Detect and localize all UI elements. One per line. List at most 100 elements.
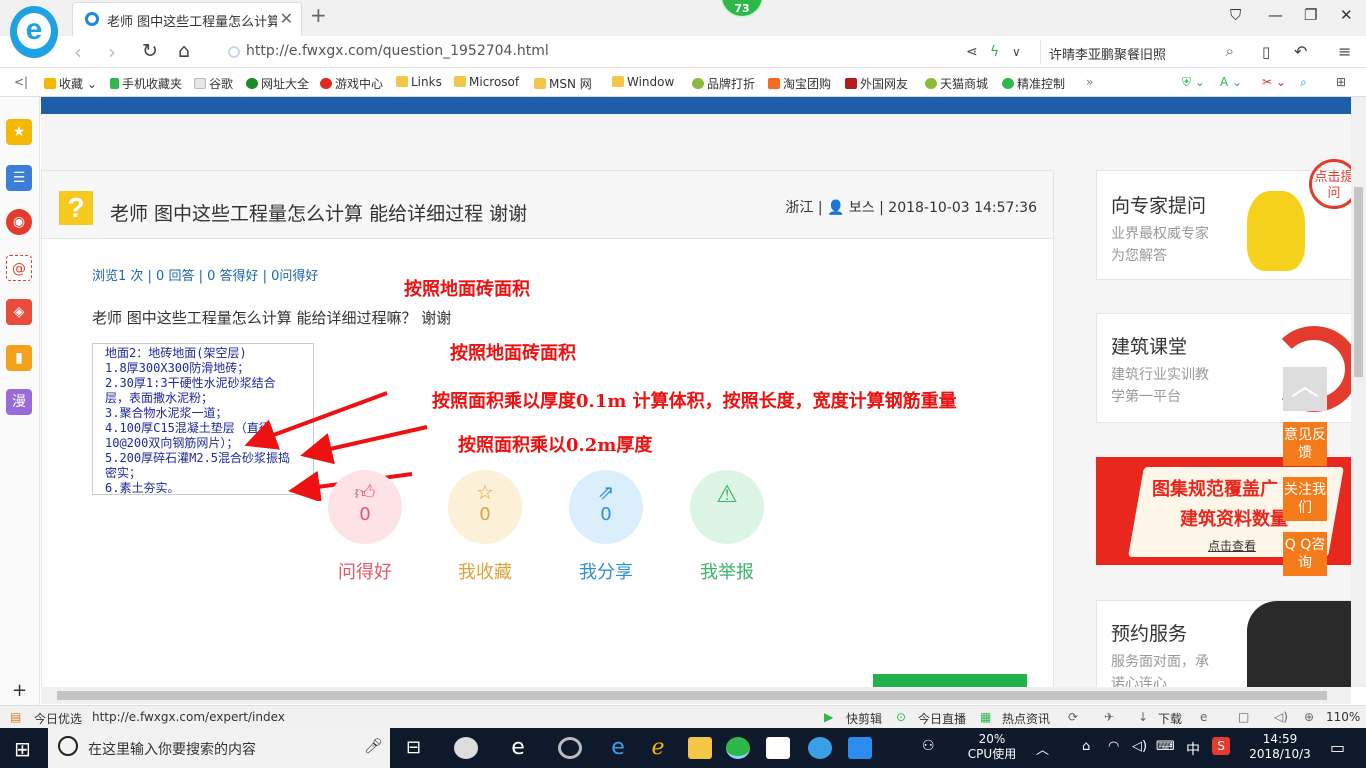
more-bookmarks-icon[interactable]: » — [1086, 75, 1093, 89]
bookmark-brand[interactable]: 品牌打折 — [692, 75, 755, 92]
banner-cta[interactable]: 点击查看 — [1208, 537, 1256, 554]
ie-edge-icon[interactable]: e — [506, 737, 530, 759]
booking-box[interactable]: 预约服务 服务面对面，承 诺心连心 — [1096, 600, 1351, 687]
ime-indicator[interactable]: 中 — [1186, 739, 1200, 759]
apps-grid-icon[interactable]: ⊞ — [1336, 75, 1346, 89]
bookmark-windows[interactable]: Window — [612, 75, 674, 89]
keyboard-icon[interactable]: ⌨ — [1156, 739, 1175, 754]
book-icon[interactable]: ▮ — [6, 345, 32, 371]
close-window-button[interactable]: ✕ — [1340, 6, 1353, 24]
vertical-scroll-thumb[interactable] — [1354, 187, 1363, 377]
horizontal-scrollbar[interactable] — [41, 687, 1351, 704]
file-explorer-icon[interactable] — [688, 737, 712, 759]
score-badge[interactable]: 73 — [720, 0, 764, 18]
chevron-up-icon[interactable]: ︿ — [1036, 739, 1049, 758]
scissors-icon[interactable]: ✂ ⌄ — [1262, 75, 1286, 89]
bookmark-taobao[interactable]: 淘宝团购 — [768, 75, 831, 92]
ask-bubble[interactable]: 点击提问 — [1309, 159, 1351, 209]
forward-button[interactable]: › — [108, 40, 116, 64]
bookmark-links[interactable]: Links — [396, 75, 442, 89]
bookmark-precise[interactable]: 精准控制 — [1002, 75, 1065, 92]
taskbar-search[interactable]: 在这里输入你要搜索的内容 🎤︎ — [48, 728, 390, 768]
qq-consult-button[interactable]: Q Q咨询 — [1283, 532, 1327, 576]
today-picks[interactable]: 今日优选 — [34, 710, 82, 727]
volume-tray-icon[interactable]: ◁) — [1132, 739, 1147, 754]
home-button[interactable]: ⌂ — [178, 40, 190, 62]
search-input[interactable]: 许晴李亚鹏聚餐旧照 ⌕ — [1040, 40, 1240, 64]
feedback-button[interactable]: 意见反馈 — [1283, 422, 1327, 466]
magnifier-icon[interactable]: ⌕ — [1300, 75, 1307, 90]
report-button[interactable]: ⚠ 我举报 — [690, 470, 764, 584]
microphone-icon[interactable]: 🎤︎ — [364, 737, 383, 755]
share-icon[interactable]: ⋖ — [966, 44, 978, 60]
comic-icon[interactable]: 漫 — [6, 389, 32, 415]
horizontal-scroll-thumb[interactable] — [57, 691, 1327, 700]
fan-app-icon[interactable] — [454, 737, 478, 759]
lightning-icon[interactable]: ϟ — [990, 44, 999, 60]
close-tab-icon[interactable]: ✕ — [280, 9, 293, 28]
vertical-scrollbar[interactable] — [1351, 97, 1366, 687]
status-item[interactable]: 快剪辑 — [846, 710, 882, 727]
status-item[interactable]: 热点资讯 — [1002, 710, 1050, 727]
sidebar-add-icon[interactable]: + — [12, 680, 27, 701]
bookmark-games[interactable]: 游戏中心 — [320, 75, 383, 92]
ie-icon[interactable]: e — [1200, 710, 1207, 724]
notification-icon[interactable]: ▭ — [1330, 738, 1345, 757]
sidebar-toggle-icon[interactable]: <| — [14, 75, 28, 89]
follow-button[interactable]: 关注我们 — [1283, 477, 1327, 521]
phone-icon[interactable]: ▯ — [1262, 43, 1270, 61]
mail-icon[interactable] — [766, 737, 790, 759]
pin-icon[interactable]: ✈ — [1104, 710, 1114, 724]
favorites-star-icon[interactable]: ★ — [6, 119, 32, 145]
bookmark-microsoft[interactable]: Microsof — [454, 75, 519, 89]
clock[interactable]: 14:59 2018/10/3 — [1238, 732, 1322, 762]
zoom-level[interactable]: 110% — [1326, 710, 1360, 724]
new-tab-button[interactable]: + — [310, 3, 327, 27]
back-button[interactable]: ‹ — [74, 40, 82, 64]
maximize-button[interactable]: ❐ — [1304, 6, 1317, 24]
search-icon[interactable]: ⌕ — [1226, 42, 1234, 60]
network-tray-icon[interactable]: ⌂ — [1082, 739, 1090, 754]
favorite-button[interactable]: ☆ 0 我收藏 — [448, 470, 522, 584]
volume-icon[interactable]: ◁) — [1274, 710, 1288, 724]
360-browser-icon[interactable] — [726, 737, 750, 759]
weibo-icon[interactable]: ◉ — [6, 209, 32, 235]
g-app-icon[interactable] — [808, 737, 832, 759]
browser-logo-icon[interactable]: e — [10, 6, 58, 58]
game-icon[interactable]: ◈ — [6, 299, 32, 325]
status-item[interactable]: 下载 — [1158, 710, 1182, 727]
menu-icon[interactable]: ≡ — [1338, 42, 1351, 61]
ask-expert-box[interactable]: 向专家提问 业界最权威专家 为您解答 点击提问 — [1096, 159, 1351, 280]
bookmark-tmall[interactable]: 天猫商城 — [925, 75, 988, 92]
tools-app-icon[interactable] — [848, 737, 872, 759]
bookmark-google[interactable]: 谷歌 — [194, 75, 233, 92]
sogou-icon[interactable]: S — [1212, 737, 1230, 755]
bookmark-favorites[interactable]: 收藏 ⌄ — [44, 75, 97, 92]
bookmark-mobile[interactable]: 手机收藏夹 — [110, 75, 182, 92]
window-icon[interactable]: □ — [1238, 710, 1249, 724]
cpu-usage[interactable]: 20% CPU使用 — [962, 732, 1022, 762]
chrome-app-icon[interactable] — [558, 737, 582, 759]
bookmark-msn[interactable]: MSN 网 — [534, 75, 592, 92]
people-icon[interactable]: ⚇ — [922, 738, 935, 754]
refresh-status-icon[interactable]: ⟳ — [1068, 710, 1078, 724]
windows-start-icon[interactable]: ⊞ — [14, 737, 31, 761]
like-question-button[interactable]: 👍︎ 0 问得好 — [328, 470, 402, 584]
shield-icon[interactable]: ⛨ ⌄ — [1182, 75, 1205, 90]
answer-button[interactable] — [873, 674, 1027, 687]
news-feed-icon[interactable]: ☰ — [6, 165, 32, 191]
undo-icon[interactable]: ↶ — [1294, 42, 1307, 61]
browser-tab[interactable]: 老师 图中这些工程量怎么计算 能给详细过程 谢谢 ✕ — [72, 2, 302, 36]
bookmark-hao[interactable]: 网址大全 — [246, 75, 309, 92]
email-icon[interactable]: @ — [6, 255, 32, 281]
wifi-icon[interactable]: ◠ — [1108, 739, 1119, 754]
status-item[interactable]: 今日直播 — [918, 710, 966, 727]
edge-icon[interactable]: e — [606, 737, 630, 759]
ie-icon[interactable]: ℯ — [646, 737, 670, 759]
task-view-icon[interactable]: ⊟ — [406, 737, 421, 758]
bookmark-foreign[interactable]: 外国网友 — [845, 75, 908, 92]
shirt-icon[interactable]: ⛉ — [1230, 6, 1241, 24]
translate-icon[interactable]: A ⌄ — [1220, 75, 1242, 89]
chevron-down-icon[interactable]: ∨ — [1012, 45, 1021, 59]
back-to-top-button[interactable]: ︿ — [1283, 367, 1327, 411]
